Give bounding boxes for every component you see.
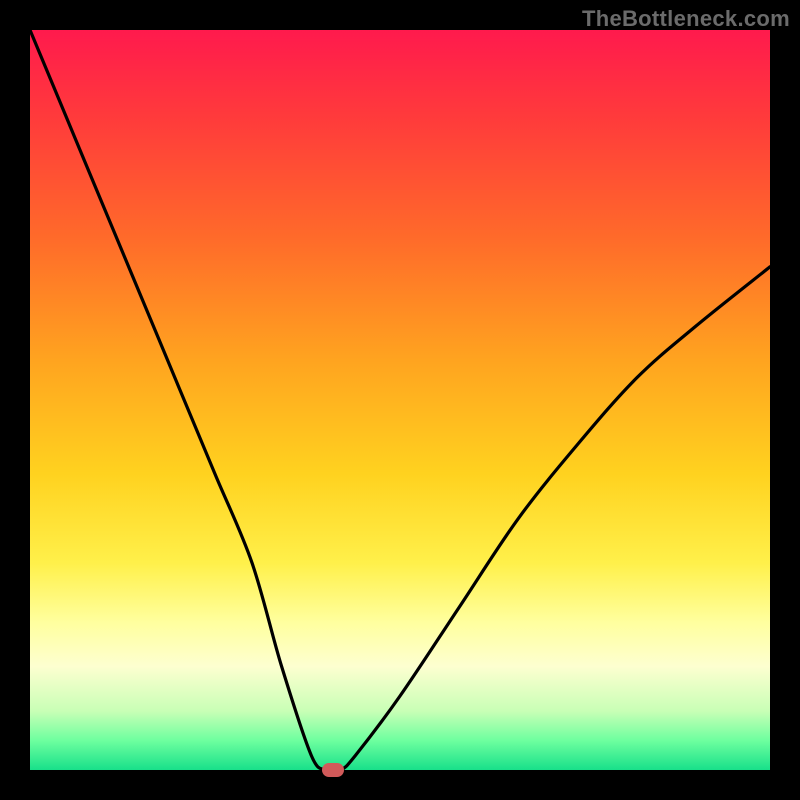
optimal-point-marker (322, 763, 344, 777)
chart-frame: TheBottleneck.com (0, 0, 800, 800)
bottleneck-curve (30, 30, 770, 770)
chart-plot-area (30, 30, 770, 770)
watermark-text: TheBottleneck.com (582, 6, 790, 32)
